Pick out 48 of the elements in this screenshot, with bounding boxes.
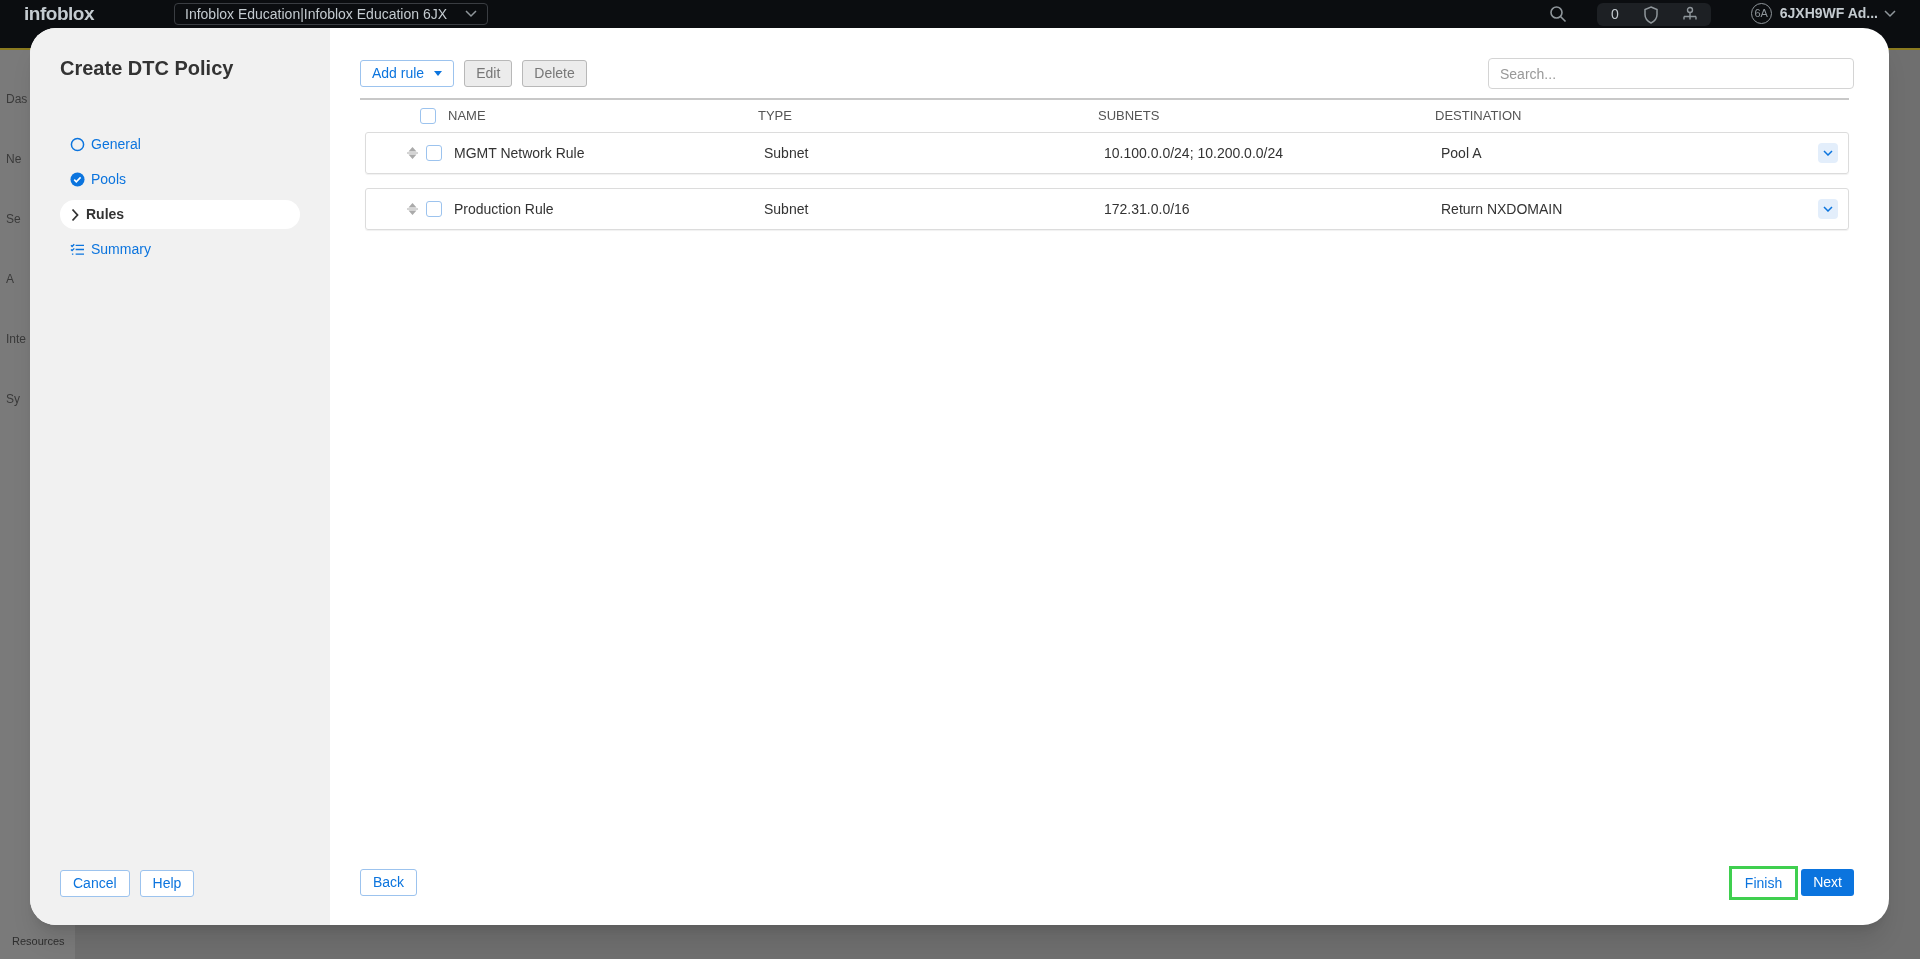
- table-cell-text: Return NXDOMAIN: [1441, 199, 1564, 219]
- step-item[interactable]: Summary: [60, 235, 300, 264]
- expand-button[interactable]: [1818, 143, 1838, 163]
- column-header: TYPE: [758, 107, 793, 126]
- column-header: SUBNETS: [1098, 107, 1161, 126]
- chevron-down-icon: [1884, 10, 1896, 18]
- back-button[interactable]: Back: [360, 869, 418, 897]
- table-row[interactable]: MGMT Network Rule Subnet 10.100.0.0/24; 10.200.0.0/24 Pool A: [365, 132, 1849, 174]
- chevron-down-icon: [465, 10, 478, 18]
- step-item[interactable]: Rules: [60, 200, 300, 229]
- next-button[interactable]: Next: [1801, 869, 1854, 897]
- table-cell-text: Production Rule: [454, 199, 555, 219]
- logo[interactable]: infoblox: [24, 3, 146, 25]
- caret-icon: [434, 71, 443, 76]
- checklist-icon: [70, 243, 85, 256]
- chevron-down-icon: [1823, 150, 1833, 156]
- shield-icon[interactable]: [1642, 5, 1659, 24]
- drag-handle-icon[interactable]: [407, 147, 418, 159]
- account-selector[interactable]: Infoblox Education|Infoblox Education 6JX: [174, 3, 489, 25]
- chevron-down-icon: [1823, 206, 1833, 212]
- add-rule-button[interactable]: Add rule: [360, 60, 455, 87]
- column-header: DESTINATION: [1435, 107, 1523, 126]
- table-cell-text: 172.31.0.0/16: [1104, 199, 1191, 219]
- cancel-button[interactable]: Cancel: [60, 870, 130, 897]
- checkbox[interactable]: [426, 145, 442, 161]
- help-button[interactable]: Help: [139, 870, 195, 897]
- column-header: NAME: [448, 107, 487, 126]
- chevron-right-icon: [70, 207, 80, 222]
- table-row[interactable]: Production Rule Subnet 172.31.0.0/16 Return NXDOMAIN: [365, 188, 1849, 230]
- table-cell-text: 10.100.0.0/24; 10.200.0.0/24: [1104, 143, 1285, 163]
- checkbox[interactable]: [420, 108, 436, 124]
- count-label[interactable]: 0: [1596, 4, 1633, 25]
- step-item[interactable]: General: [60, 130, 300, 159]
- table-cell-text: Subnet: [764, 199, 810, 219]
- checkmark-circle-icon: [70, 172, 85, 187]
- dialog-title: Create DTC Policy: [60, 56, 235, 80]
- circle-icon: [70, 137, 85, 152]
- checkbox[interactable]: [426, 201, 442, 217]
- table-cell-text: Pool A: [1441, 143, 1483, 163]
- user-name[interactable]: 6JXH9WF Ad...: [1779, 3, 1878, 23]
- drag-handle-icon[interactable]: [407, 203, 418, 215]
- step-item[interactable]: Pools: [60, 165, 300, 194]
- table-cell-text: Subnet: [764, 143, 810, 163]
- search-field[interactable]: Search...: [1488, 58, 1854, 89]
- table-cell-text: MGMT Network Rule: [454, 143, 586, 163]
- nav-item[interactable]: Resources: [0, 932, 75, 959]
- search-icon[interactable]: [1548, 5, 1567, 23]
- expand-button[interactable]: [1818, 199, 1838, 219]
